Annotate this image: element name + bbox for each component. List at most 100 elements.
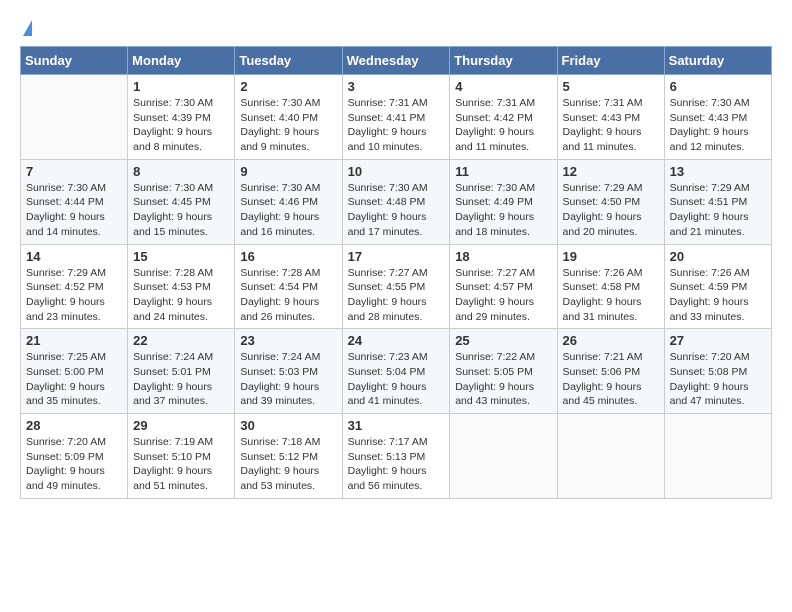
calendar-cell: 23Sunrise: 7:24 AM Sunset: 5:03 PM Dayli…: [235, 329, 342, 414]
day-number: 23: [240, 333, 336, 348]
day-info: Sunrise: 7:17 AM Sunset: 5:13 PM Dayligh…: [348, 435, 445, 494]
calendar-cell: 8Sunrise: 7:30 AM Sunset: 4:45 PM Daylig…: [128, 159, 235, 244]
calendar-header-row: SundayMondayTuesdayWednesdayThursdayFrid…: [21, 47, 772, 75]
day-number: 29: [133, 418, 229, 433]
calendar-cell: 17 Sunrise: 7:27 AM Sunset: 4:55 PM Dayli…: [342, 244, 450, 329]
calendar-week-row: 21 Sunrise: 7:25 AM Sunset: 5:00 PM Dayli…: [21, 329, 772, 414]
calendar-cell: 12 Sunrise: 7:29 AM Sunset: 4:50 PM Dayli…: [557, 159, 664, 244]
calendar-cell: 15 Sunrise: 7:28 AM Sunset: 4:53 PM Dayli…: [128, 244, 235, 329]
calendar-cell: 31 Sunrise: 7:17 AM Sunset: 5:13 PM Dayli…: [342, 414, 450, 499]
calendar-cell: 16 Sunrise: 7:28 AM Sunset: 4:54 PM Dayli…: [235, 244, 342, 329]
calendar-cell: 26 Sunrise: 7:21 AM Sunset: 5:06 PM Dayli…: [557, 329, 664, 414]
calendar-cell: 25 Sunrise: 7:22 AM Sunset: 5:05 PM Dayli…: [450, 329, 557, 414]
day-info: Sunrise: 7:23 AM Sunset: 5:04 PM Dayligh…: [348, 350, 445, 409]
day-number: 4: [455, 79, 551, 94]
calendar-week-row: 14Sunrise: 7:29 AM Sunset: 4:52 PM Dayli…: [21, 244, 772, 329]
calendar-table: SundayMondayTuesdayWednesdayThursdayFrid…: [20, 46, 772, 499]
calendar-cell: 21 Sunrise: 7:25 AM Sunset: 5:00 PM Dayli…: [21, 329, 128, 414]
day-number: 30: [240, 418, 336, 433]
calendar-cell: 29 Sunrise: 7:19 AM Sunset: 5:10 PM Dayli…: [128, 414, 235, 499]
calendar-cell: 5 Sunrise: 7:31 AM Sunset: 4:43 PM Daylig…: [557, 75, 664, 160]
day-number: 31: [348, 418, 445, 433]
day-info: Sunrise: 7:29 AM Sunset: 4:51 PM Dayligh…: [670, 181, 766, 240]
weekday-header-wednesday: Wednesday: [342, 47, 450, 75]
calendar-cell: 18 Sunrise: 7:27 AM Sunset: 4:57 PM Dayli…: [450, 244, 557, 329]
day-number: 24: [348, 333, 445, 348]
day-info: Sunrise: 7:31 AM Sunset: 4:41 PM Dayligh…: [348, 96, 445, 155]
day-info: Sunrise: 7:31 AM Sunset: 4:43 PM Dayligh…: [563, 96, 659, 155]
day-info: Sunrise: 7:27 AM Sunset: 4:57 PM Dayligh…: [455, 266, 551, 325]
day-number: 9: [240, 164, 336, 179]
calendar-cell: [557, 414, 664, 499]
calendar-week-row: 7 Sunrise: 7:30 AM Sunset: 4:44 PM Daylig…: [21, 159, 772, 244]
day-info: Sunrise: 7:31 AM Sunset: 4:42 PM Dayligh…: [455, 96, 551, 155]
day-number: 13: [670, 164, 766, 179]
calendar-cell: 14Sunrise: 7:29 AM Sunset: 4:52 PM Dayli…: [21, 244, 128, 329]
day-number: 19: [563, 249, 659, 264]
day-info: Sunrise: 7:26 AM Sunset: 4:59 PM Dayligh…: [670, 266, 766, 325]
day-number: 12: [563, 164, 659, 179]
day-info: Sunrise: 7:22 AM Sunset: 5:05 PM Dayligh…: [455, 350, 551, 409]
day-number: 6: [670, 79, 766, 94]
calendar-cell: 7 Sunrise: 7:30 AM Sunset: 4:44 PM Daylig…: [21, 159, 128, 244]
day-number: 15: [133, 249, 229, 264]
day-number: 1: [133, 79, 229, 94]
day-info: Sunrise: 7:19 AM Sunset: 5:10 PM Dayligh…: [133, 435, 229, 494]
page-header: [20, 20, 772, 36]
day-number: 26: [563, 333, 659, 348]
day-info: Sunrise: 7:30 AM Sunset: 4:44 PM Dayligh…: [26, 181, 122, 240]
day-info: Sunrise: 7:20 AM Sunset: 5:08 PM Dayligh…: [670, 350, 766, 409]
weekday-header-sunday: Sunday: [21, 47, 128, 75]
day-info: Sunrise: 7:25 AM Sunset: 5:00 PM Dayligh…: [26, 350, 122, 409]
day-info: Sunrise: 7:30 AM Sunset: 4:40 PM Dayligh…: [240, 96, 336, 155]
day-number: 16: [240, 249, 336, 264]
weekday-header-tuesday: Tuesday: [235, 47, 342, 75]
calendar-cell: 19 Sunrise: 7:26 AM Sunset: 4:58 PM Dayli…: [557, 244, 664, 329]
day-number: 3: [348, 79, 445, 94]
day-number: 27: [670, 333, 766, 348]
calendar-cell: [21, 75, 128, 160]
day-info: Sunrise: 7:20 AM Sunset: 5:09 PM Dayligh…: [26, 435, 122, 494]
day-info: Sunrise: 7:24 AM Sunset: 5:01 PM Dayligh…: [133, 350, 229, 409]
day-number: 21: [26, 333, 122, 348]
calendar-cell: 20 Sunrise: 7:26 AM Sunset: 4:59 PM Dayli…: [664, 244, 771, 329]
day-info: Sunrise: 7:28 AM Sunset: 4:53 PM Dayligh…: [133, 266, 229, 325]
day-info: Sunrise: 7:29 AM Sunset: 4:50 PM Dayligh…: [563, 181, 659, 240]
calendar-cell: [664, 414, 771, 499]
day-info: Sunrise: 7:28 AM Sunset: 4:54 PM Dayligh…: [240, 266, 336, 325]
day-info: Sunrise: 7:30 AM Sunset: 4:39 PM Dayligh…: [133, 96, 229, 155]
calendar-week-row: 28Sunrise: 7:20 AM Sunset: 5:09 PM Dayli…: [21, 414, 772, 499]
calendar-cell: 1 Sunrise: 7:30 AM Sunset: 4:39 PM Daylig…: [128, 75, 235, 160]
day-number: 7: [26, 164, 122, 179]
day-number: 10: [348, 164, 445, 179]
day-number: 5: [563, 79, 659, 94]
day-info: Sunrise: 7:30 AM Sunset: 4:48 PM Dayligh…: [348, 181, 445, 240]
day-info: Sunrise: 7:18 AM Sunset: 5:12 PM Dayligh…: [240, 435, 336, 494]
day-number: 17: [348, 249, 445, 264]
day-number: 8: [133, 164, 229, 179]
day-info: Sunrise: 7:30 AM Sunset: 4:49 PM Dayligh…: [455, 181, 551, 240]
calendar-cell: 11 Sunrise: 7:30 AM Sunset: 4:49 PM Dayli…: [450, 159, 557, 244]
day-info: Sunrise: 7:30 AM Sunset: 4:46 PM Dayligh…: [240, 181, 336, 240]
day-number: 20: [670, 249, 766, 264]
day-number: 18: [455, 249, 551, 264]
day-info: Sunrise: 7:21 AM Sunset: 5:06 PM Dayligh…: [563, 350, 659, 409]
calendar-cell: 9 Sunrise: 7:30 AM Sunset: 4:46 PM Daylig…: [235, 159, 342, 244]
day-info: Sunrise: 7:30 AM Sunset: 4:43 PM Dayligh…: [670, 96, 766, 155]
day-info: Sunrise: 7:27 AM Sunset: 4:55 PM Dayligh…: [348, 266, 445, 325]
calendar-cell: 10 Sunrise: 7:30 AM Sunset: 4:48 PM Dayli…: [342, 159, 450, 244]
day-info: Sunrise: 7:26 AM Sunset: 4:58 PM Dayligh…: [563, 266, 659, 325]
calendar-cell: 2Sunrise: 7:30 AM Sunset: 4:40 PM Daylig…: [235, 75, 342, 160]
day-number: 11: [455, 164, 551, 179]
calendar-cell: 24 Sunrise: 7:23 AM Sunset: 5:04 PM Dayli…: [342, 329, 450, 414]
calendar-cell: 13 Sunrise: 7:29 AM Sunset: 4:51 PM Dayli…: [664, 159, 771, 244]
weekday-header-saturday: Saturday: [664, 47, 771, 75]
day-number: 22: [133, 333, 229, 348]
day-number: 25: [455, 333, 551, 348]
calendar-cell: 6 Sunrise: 7:30 AM Sunset: 4:43 PM Daylig…: [664, 75, 771, 160]
calendar-week-row: 1 Sunrise: 7:30 AM Sunset: 4:39 PM Daylig…: [21, 75, 772, 160]
logo-triangle-icon: [23, 20, 32, 36]
logo: [20, 20, 32, 36]
calendar-cell: 27 Sunrise: 7:20 AM Sunset: 5:08 PM Dayli…: [664, 329, 771, 414]
calendar-cell: [450, 414, 557, 499]
